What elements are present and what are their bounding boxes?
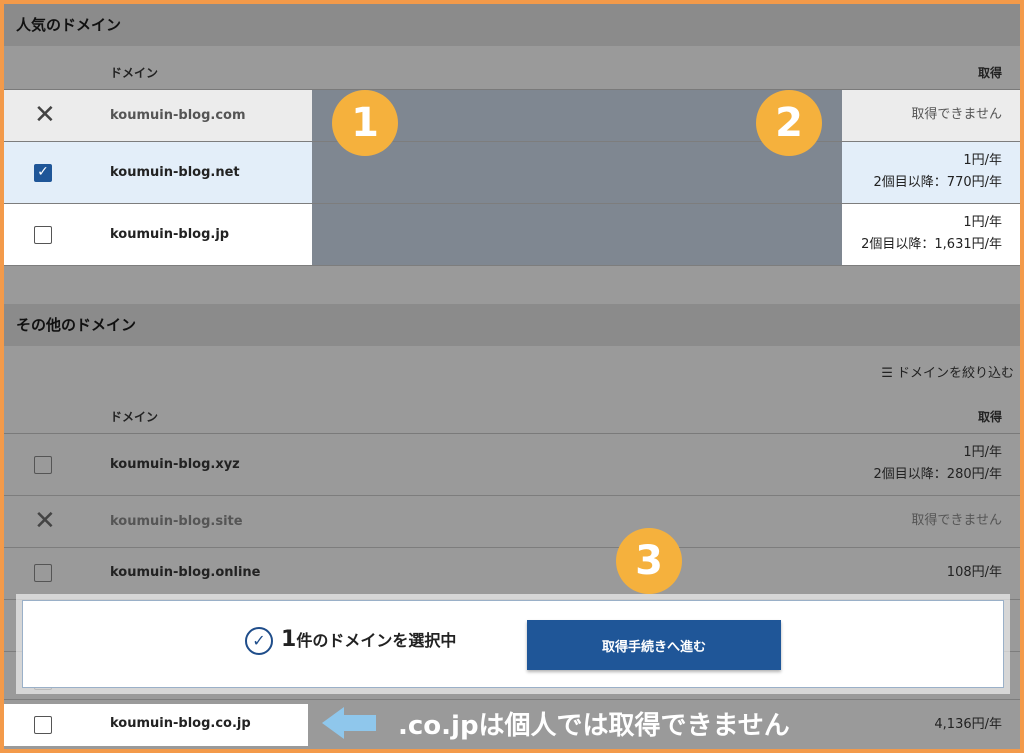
- selected-count-text: 1件のドメインを選択中: [281, 627, 456, 652]
- domain-price: 4,136円/年: [934, 717, 1002, 732]
- cojp-note: .co.jpは個人では取得できません: [322, 702, 790, 744]
- domain-row: ✕ koumuin-blog.site 取得できません: [4, 496, 1020, 548]
- domain-column-label: ドメイン: [110, 410, 159, 424]
- selection-bar: ✓ 1件のドメインを選択中 取得手続きへ進む: [22, 600, 1004, 688]
- domain-name: koumuin-blog.xyz: [110, 457, 240, 472]
- other-domains-title: その他のドメイン: [4, 304, 1020, 346]
- domain-checkbox[interactable]: [34, 226, 52, 244]
- domain-row: ✕ koumuin-blog.com 取得できません: [4, 90, 1020, 142]
- domain-checkbox[interactable]: [34, 716, 52, 734]
- selected-label: 件のドメインを選択中: [296, 631, 457, 650]
- proceed-button[interactable]: 取得手続きへ進む: [527, 620, 781, 670]
- price-second: 2個目以降：770円/年: [873, 175, 1002, 190]
- other-column-header: ドメイン 取得: [4, 390, 1020, 434]
- domain-checkbox[interactable]: [34, 456, 52, 474]
- domain-row[interactable]: koumuin-blog.online 108円/年: [4, 548, 1020, 600]
- domain-name: koumuin-blog.jp: [110, 227, 230, 242]
- filter-link[interactable]: ☰ ドメインを絞り込む: [881, 362, 1014, 381]
- price-second: 2個目以降：1,631円/年: [861, 237, 1002, 252]
- get-column-label: 取得: [977, 66, 1002, 80]
- domain-name: koumuin-blog.net: [110, 165, 240, 180]
- left-arrow-icon: [322, 707, 376, 739]
- badge-2: 2: [756, 90, 822, 156]
- screenshot-frame: 人気のドメイン ドメイン 取得 ✕ koumuin-blog.com 取得できま…: [0, 0, 1024, 753]
- domain-price: 108円/年: [946, 565, 1002, 580]
- domain-column-label: ドメイン: [110, 66, 159, 80]
- domain-price: 1円/年 2個目以降：770円/年: [874, 150, 1002, 194]
- price-first: 1円/年: [963, 215, 1002, 230]
- domain-name: koumuin-blog.online: [110, 565, 261, 580]
- domain-checkbox-checked[interactable]: ✓: [34, 164, 52, 182]
- domain-row[interactable]: koumuin-blog.jp 1円/年 2個目以降：1,631円/年: [4, 204, 1020, 266]
- price-second: 2個目以降：280円/年: [873, 467, 1002, 482]
- selected-count: 1: [281, 627, 297, 652]
- domain-row[interactable]: ✓ koumuin-blog.net 1円/年 2個目以降：770円/年: [4, 142, 1020, 204]
- unavailable-x-icon: ✕: [34, 506, 56, 536]
- domain-checkbox[interactable]: [34, 564, 52, 582]
- domain-name: koumuin-blog.site: [110, 514, 243, 529]
- check-circle-icon: ✓: [245, 627, 273, 655]
- domain-price: 取得できません: [911, 107, 1002, 122]
- get-column-label: 取得: [977, 410, 1002, 424]
- domain-name: koumuin-blog.com: [110, 108, 246, 123]
- cojp-note-text: .co.jpは個人では取得できません: [398, 710, 790, 741]
- domain-price: 1円/年 2個目以降：1,631円/年: [861, 212, 1002, 256]
- domain-price: 取得できません: [911, 513, 1002, 528]
- price-first: 1円/年: [963, 445, 1002, 460]
- badge-1: 1: [332, 90, 398, 156]
- domain-name: koumuin-blog.co.jp: [110, 716, 251, 731]
- popular-domains-title: 人気のドメイン: [4, 4, 1020, 46]
- badge-3: 3: [616, 528, 682, 594]
- price-first: 1円/年: [963, 153, 1002, 168]
- domain-price: 1円/年 2個目以降：280円/年: [874, 442, 1002, 486]
- popular-column-header: ドメイン 取得: [4, 46, 1020, 90]
- unavailable-x-icon: ✕: [34, 100, 56, 130]
- domain-row[interactable]: koumuin-blog.xyz 1円/年 2個目以降：280円/年: [4, 434, 1020, 496]
- list-icon: ☰: [881, 366, 893, 381]
- filter-label: ドメインを絞り込む: [896, 366, 1014, 381]
